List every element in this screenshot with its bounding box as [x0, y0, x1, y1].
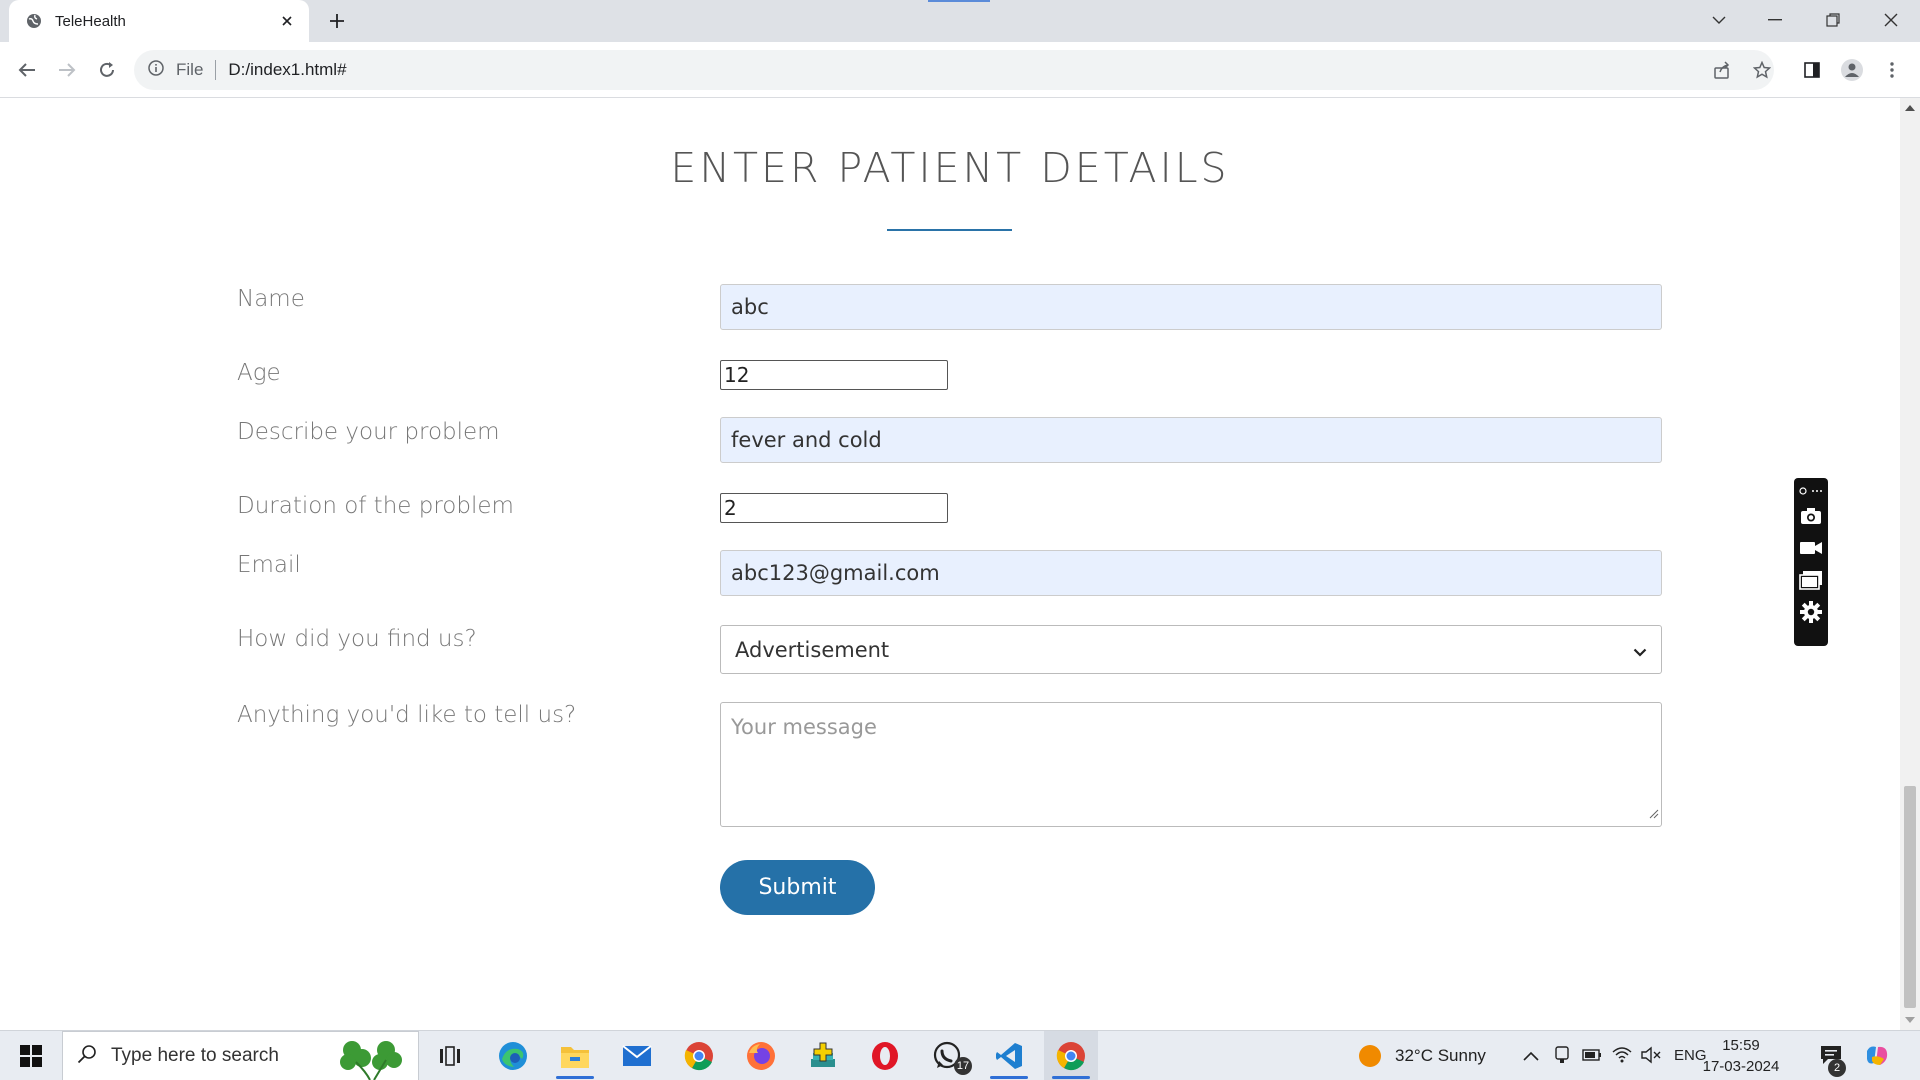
problem-input[interactable] [720, 417, 1662, 463]
mail-icon[interactable] [610, 1031, 664, 1080]
back-arrow-icon[interactable] [11, 54, 43, 86]
source-select[interactable]: Advertisement [720, 625, 1662, 674]
message-label: Anything you'd like to tell us? [237, 702, 577, 728]
whatsapp-icon[interactable]: 17 [920, 1031, 974, 1080]
notification-count-badge: 2 [1828, 1059, 1846, 1077]
window-capture-icon[interactable] [1797, 564, 1825, 596]
close-tab-icon[interactable] [277, 11, 297, 31]
kebab-menu-icon[interactable] [1876, 54, 1908, 86]
camera-icon[interactable] [1797, 500, 1825, 532]
firefox-icon[interactable] [734, 1031, 788, 1080]
chevron-down-icon [1633, 638, 1647, 662]
message-placeholder: Your message [731, 715, 877, 739]
browser-tab[interactable]: TeleHealth [9, 0, 309, 42]
weather-text[interactable]: 32°C Sunny [1395, 1046, 1486, 1066]
task-view-icon[interactable] [423, 1031, 477, 1080]
search-placeholder: Type here to search [111, 1045, 279, 1066]
email-label: Email [237, 552, 301, 578]
search-icon [77, 1044, 97, 1069]
whatsapp-unread-badge: 17 [954, 1057, 972, 1075]
address-separator [215, 60, 217, 80]
opera-icon[interactable] [858, 1031, 912, 1080]
file-explorer-icon[interactable] [548, 1031, 602, 1080]
minimize-window-icon[interactable] [1752, 0, 1798, 40]
profile-avatar-icon[interactable] [1836, 54, 1868, 86]
tab-strip-indicator [928, 0, 990, 2]
url-text[interactable]: D:/index1.html# [228, 60, 346, 80]
capture-toolbar [1794, 478, 1828, 646]
duration-input[interactable] [720, 493, 948, 523]
title-underline [887, 229, 1012, 231]
clock-date: 17-03-2024 [1702, 1058, 1780, 1075]
tab-title: TeleHealth [55, 12, 126, 30]
age-input[interactable] [720, 360, 948, 390]
page-scrollbar[interactable] [1900, 98, 1920, 1030]
windows-start-icon[interactable] [4, 1031, 58, 1080]
vscode-icon[interactable] [982, 1031, 1036, 1080]
name-label: Name [237, 286, 305, 312]
globe-icon [25, 12, 43, 30]
browser-tab-strip: TeleHealth [0, 0, 1920, 42]
name-input[interactable] [720, 284, 1662, 330]
weather-sun-icon[interactable] [1358, 1044, 1382, 1073]
settings-gear-icon[interactable] [1797, 596, 1825, 628]
windows-taskbar: Type here to search 17 32°C Sunny ENG 15… [0, 1030, 1920, 1080]
address-bar[interactable]: File D:/index1.html# [134, 50, 1774, 90]
edge-browser-icon[interactable] [486, 1031, 540, 1080]
duration-label: Duration of the problem [237, 493, 514, 519]
new-tab-button[interactable] [322, 9, 352, 33]
file-scheme-label: File [176, 60, 204, 79]
source-selected-value: Advertisement [735, 637, 890, 662]
copilot-icon[interactable] [1864, 1043, 1890, 1074]
resize-handle-icon[interactable] [1649, 800, 1659, 824]
browser-toolbar: File D:/index1.html# [0, 42, 1920, 98]
chrome-icon[interactable] [672, 1031, 726, 1080]
bookmark-star-icon[interactable] [1746, 54, 1778, 86]
video-camera-icon[interactable] [1797, 532, 1825, 564]
clover-decoration-icon [330, 1036, 408, 1080]
meet-now-icon[interactable] [1554, 1046, 1570, 1069]
page-viewport: ENTER PATIENT DETAILS Name Age Describe … [0, 98, 1900, 1030]
restore-window-icon[interactable] [1810, 0, 1856, 40]
source-label: How did you find us? [237, 626, 477, 652]
taskbar-clock[interactable]: 15:59 17-03-2024 [1696, 1035, 1786, 1077]
wifi-icon[interactable] [1612, 1045, 1632, 1068]
capture-more-icon[interactable] [1797, 482, 1825, 500]
tab-search-chevron-icon[interactable] [1696, 0, 1742, 40]
reload-icon[interactable] [91, 54, 123, 86]
tray-overflow-chevron-icon[interactable] [1523, 1048, 1539, 1066]
side-panel-icon[interactable] [1796, 54, 1828, 86]
speaker-muted-icon[interactable] [1641, 1046, 1661, 1069]
age-label: Age [237, 360, 281, 386]
message-textarea[interactable]: Your message [720, 702, 1662, 827]
close-window-icon[interactable] [1868, 0, 1914, 40]
stack-app-icon[interactable] [796, 1031, 850, 1080]
forward-arrow-icon[interactable] [51, 54, 83, 86]
scroll-up-arrow-icon[interactable] [1900, 100, 1920, 116]
page-title: ENTER PATIENT DETAILS [670, 144, 1230, 192]
scrollbar-thumb[interactable] [1904, 786, 1916, 1008]
share-icon[interactable] [1706, 54, 1738, 86]
email-input[interactable] [720, 550, 1662, 596]
info-icon[interactable] [148, 59, 164, 81]
submit-button[interactable]: Submit [720, 860, 875, 915]
chrome-active-window-icon[interactable] [1044, 1031, 1098, 1080]
battery-icon[interactable] [1582, 1048, 1602, 1066]
scroll-down-arrow-icon[interactable] [1900, 1012, 1920, 1028]
taskbar-search-box[interactable]: Type here to search [62, 1031, 419, 1080]
clock-time: 15:59 [1722, 1037, 1760, 1054]
problem-label: Describe your problem [237, 419, 500, 445]
